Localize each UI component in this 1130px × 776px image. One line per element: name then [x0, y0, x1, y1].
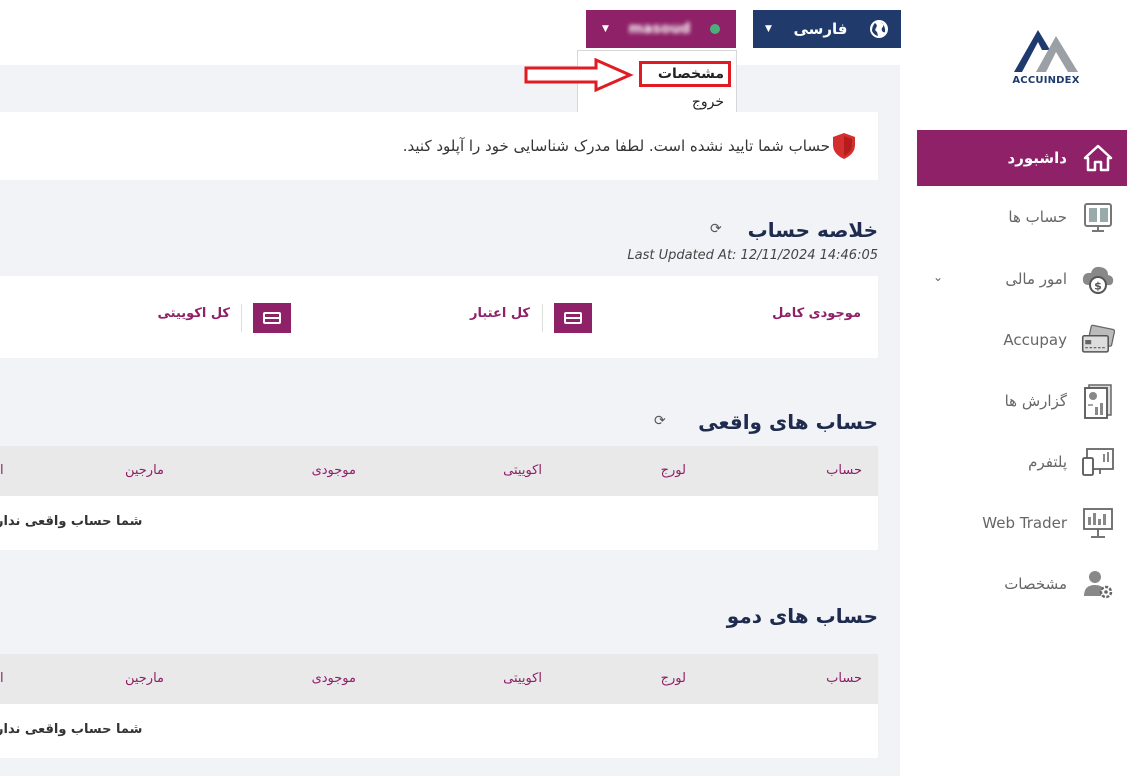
- table-body: شما حساب واقعی ندار: [0, 704, 878, 758]
- annotation-highlight-box: [639, 61, 731, 87]
- real-accounts-title: حساب های واقعی: [698, 410, 878, 434]
- sidebar-item-label: امور مالی: [1005, 270, 1067, 288]
- refresh-icon[interactable]: ⟳: [710, 221, 722, 237]
- column-header: لورج: [660, 463, 686, 478]
- alert-text: حساب شما تایید نشده است. لطفا مدرک شناسا…: [402, 137, 830, 155]
- logo-text: ACCUINDEX: [1012, 75, 1080, 86]
- summary-divider: [542, 304, 543, 332]
- user-name: masoud: [628, 21, 691, 37]
- sidebar-item-finance[interactable]: $ امور مالی ⌄: [917, 248, 1127, 310]
- shield-icon: [833, 133, 855, 159]
- credit-card-icon: [253, 303, 291, 333]
- sidebar-item-accupay[interactable]: Accupay: [917, 310, 1127, 370]
- sidebar: داشبورد حساب ها $ امور مالی ⌄ Accupay گز…: [917, 130, 1127, 614]
- globe-icon: [870, 20, 888, 38]
- table-header: حساب لورج اکوییتی موجودی مارجین ا: [0, 654, 878, 704]
- caret-down-icon: ▼: [765, 24, 772, 34]
- sidebar-item-webtrader[interactable]: Web Trader: [917, 492, 1127, 554]
- table-header: حساب لورج اکوییتی موجودی مارجین ا: [0, 446, 878, 496]
- summary-label-equity: کل اکوییتی: [157, 306, 230, 321]
- column-header: اکوییتی: [503, 671, 542, 686]
- sidebar-item-reports[interactable]: گزارش ها: [917, 370, 1127, 432]
- demo-accounts-table: حساب لورج اکوییتی موجودی مارجین ا شما حس…: [0, 654, 878, 758]
- empty-state-text: شما حساب واقعی ندار: [0, 722, 143, 737]
- sidebar-item-label: داشبورد: [1007, 149, 1067, 167]
- caret-down-icon: ▼: [602, 24, 609, 34]
- column-header: حساب: [826, 463, 862, 478]
- chevron-down-icon[interactable]: ⌄: [933, 270, 943, 284]
- accounts-icon: [1081, 200, 1115, 234]
- accuindex-logo[interactable]: ACCUINDEX: [1006, 26, 1086, 88]
- refresh-icon[interactable]: ⟳: [654, 413, 666, 429]
- sidebar-item-label: گزارش ها: [1004, 392, 1067, 410]
- svg-text:$: $: [1094, 280, 1102, 293]
- last-updated-text: Last Updated At: 12/11/2024 14:46:05: [627, 248, 878, 263]
- sidebar-item-label: پلتفرم: [1028, 453, 1067, 471]
- language-selector[interactable]: فارسی ▼: [753, 10, 901, 48]
- sidebar-item-profile[interactable]: مشخصات: [917, 554, 1127, 614]
- column-header: ا: [0, 463, 4, 478]
- column-header: مارجین: [124, 671, 164, 686]
- column-header: ا: [0, 671, 4, 686]
- logo-mark-icon: [1014, 30, 1078, 72]
- table-body: شما حساب واقعی ندار: [0, 496, 878, 550]
- cards-icon: [1081, 323, 1115, 357]
- column-header: لورج: [660, 671, 686, 686]
- demo-accounts-title: حساب های دمو: [726, 604, 878, 628]
- summary-card: موجودی کامل کل اعتبار کل اکوییتی: [0, 276, 878, 358]
- column-header: اکوییتی: [503, 463, 542, 478]
- real-accounts-table: حساب لورج اکوییتی موجودی مارجین ا شما حس…: [0, 446, 878, 550]
- language-label: فارسی: [793, 20, 848, 38]
- summary-label-balance: موجودی کامل: [772, 306, 861, 321]
- column-header: موجودی: [311, 671, 356, 686]
- online-status-dot: [710, 24, 720, 34]
- platform-icon: [1081, 445, 1115, 479]
- sidebar-item-dashboard[interactable]: داشبورد: [917, 130, 1127, 186]
- sidebar-item-label: حساب ها: [1008, 208, 1067, 226]
- annotation-arrow-icon: [524, 58, 634, 93]
- summary-label-credit: کل اعتبار: [469, 306, 530, 321]
- column-header: موجودی: [311, 463, 356, 478]
- column-header: مارجین: [124, 463, 164, 478]
- summary-divider: [241, 304, 242, 332]
- report-icon: [1081, 384, 1115, 419]
- user-settings-icon: [1081, 567, 1115, 601]
- credit-card-icon: [554, 303, 592, 333]
- column-header: حساب: [826, 671, 862, 686]
- sidebar-item-label: مشخصات: [1004, 575, 1067, 593]
- sidebar-item-label: Web Trader: [982, 514, 1067, 532]
- verification-alert: حساب شما تایید نشده است. لطفا مدرک شناسا…: [0, 112, 878, 180]
- finance-icon: $: [1081, 262, 1115, 296]
- webtrader-icon: [1081, 506, 1115, 540]
- summary-title: خلاصه حساب: [747, 218, 878, 242]
- home-icon: [1081, 141, 1115, 175]
- sidebar-item-label: Accupay: [1003, 331, 1067, 349]
- empty-state-text: شما حساب واقعی ندار: [0, 514, 143, 529]
- user-menu-button[interactable]: masoud ▼: [586, 10, 736, 48]
- sidebar-item-platform[interactable]: پلتفرم: [917, 432, 1127, 492]
- sidebar-item-accounts[interactable]: حساب ها: [917, 186, 1127, 248]
